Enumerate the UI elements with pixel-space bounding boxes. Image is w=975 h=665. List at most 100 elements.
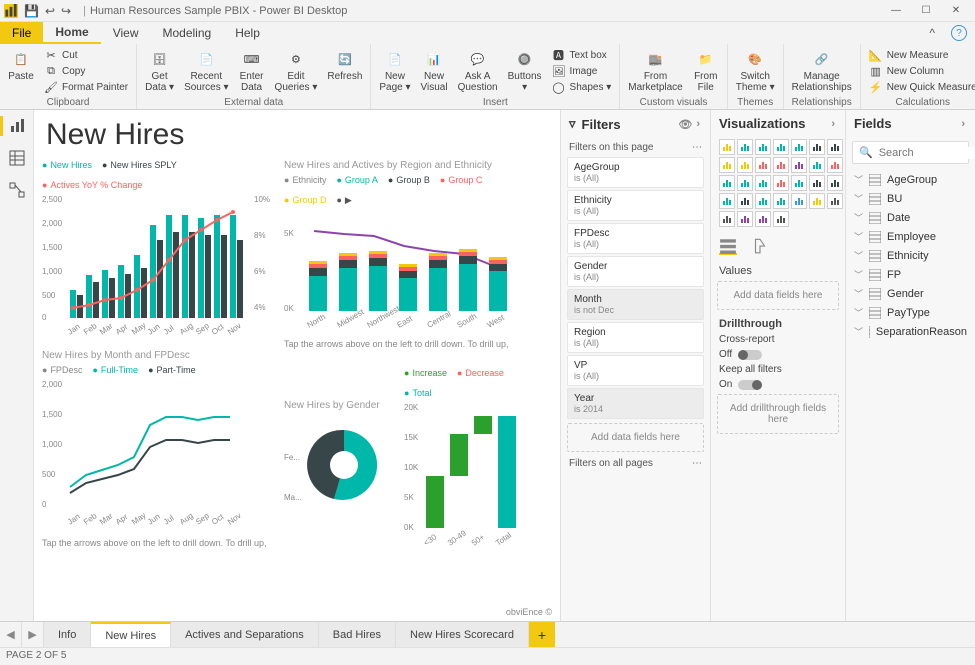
cut-button[interactable]: ✂Cut xyxy=(42,48,130,62)
undo-icon[interactable]: ↩ xyxy=(45,4,55,18)
help-icon[interactable]: ? xyxy=(951,25,967,41)
viz-type-icon[interactable] xyxy=(737,139,753,155)
help-tab[interactable]: Help xyxy=(223,22,272,44)
field-table-row[interactable]: ﹀FP xyxy=(846,265,975,284)
from-marketplace-button[interactable]: 🏬From Marketplace xyxy=(626,48,684,93)
viz-type-icon[interactable] xyxy=(737,211,753,227)
maximize-icon[interactable]: ☐ xyxy=(911,5,941,16)
page-tab[interactable]: Actives and Separations xyxy=(171,622,319,647)
filter-card[interactable]: VPis (All) xyxy=(567,355,704,386)
report-canvas[interactable]: New Hires New Hires New Hires SPLY Activ… xyxy=(34,110,560,621)
field-table-row[interactable]: ﹀Employee xyxy=(846,227,975,246)
paste-button[interactable]: 📋Paste xyxy=(6,48,36,82)
cross-report-toggle[interactable] xyxy=(738,350,762,360)
manage-relationships-button[interactable]: 🔗Manage Relationships xyxy=(790,48,854,93)
chart-gender-pie[interactable]: New Hires by Gender Fe... Ma... xyxy=(284,400,404,518)
filter-card[interactable]: Regionis (All) xyxy=(567,322,704,353)
viz-type-icon[interactable] xyxy=(737,175,753,191)
new-visual-button[interactable]: 📊New Visual xyxy=(419,48,450,93)
viz-type-icon[interactable] xyxy=(755,175,771,191)
filter-card[interactable]: Ethnicityis (All) xyxy=(567,190,704,221)
filter-card[interactable]: FPDescis (All) xyxy=(567,223,704,254)
filter-card[interactable]: Monthis not Dec xyxy=(567,289,704,320)
save-icon[interactable]: 💾 xyxy=(24,4,39,18)
viz-type-icon[interactable] xyxy=(773,193,789,209)
viz-type-icon[interactable] xyxy=(773,211,789,227)
field-table-row[interactable]: ﹀Date xyxy=(846,208,975,227)
filter-card[interactable]: Genderis (All) xyxy=(567,256,704,287)
collapse-ribbon-icon[interactable]: ^ xyxy=(921,22,943,44)
model-view-icon[interactable] xyxy=(7,180,27,200)
viz-type-icon[interactable] xyxy=(755,193,771,209)
viz-type-icon[interactable] xyxy=(809,193,825,209)
viz-type-icon[interactable] xyxy=(791,157,807,173)
edit-queries-button[interactable]: ⚙Edit Queries ▾ xyxy=(273,48,320,93)
modeling-tab[interactable]: Modeling xyxy=(150,22,223,44)
more-icon[interactable]: ⋯ xyxy=(692,142,702,153)
new-page-button[interactable]: 📄New Page ▾ xyxy=(377,48,412,93)
fields-search[interactable]: 🔍 xyxy=(852,141,969,164)
new-measure-button[interactable]: 📐New Measure xyxy=(867,48,975,62)
get-data-button[interactable]: 🗄Get Data ▾ xyxy=(143,48,176,93)
format-painter-button[interactable]: 🖌Format Painter xyxy=(42,80,130,94)
field-table-row[interactable]: ﹀Gender xyxy=(846,284,975,303)
viz-type-icon[interactable] xyxy=(719,157,735,173)
viz-type-icon[interactable] xyxy=(719,193,735,209)
add-page-button[interactable]: + xyxy=(529,622,555,647)
field-table-row[interactable]: ﹀BU xyxy=(846,189,975,208)
tab-nav-next[interactable]: ▶ xyxy=(22,622,44,647)
field-table-row[interactable]: ﹀AgeGroup xyxy=(846,170,975,189)
minimize-icon[interactable]: — xyxy=(881,5,911,16)
report-view-icon[interactable] xyxy=(0,116,33,136)
viz-type-icon[interactable] xyxy=(755,211,771,227)
format-well-icon[interactable] xyxy=(751,237,769,255)
viz-type-icon[interactable] xyxy=(755,157,771,173)
viz-type-icon[interactable] xyxy=(791,139,807,155)
copy-button[interactable]: ⧉Copy xyxy=(42,64,130,78)
chart-month-fpdesc[interactable]: New Hires by Month and FPDesc FPDesc Ful… xyxy=(42,350,272,548)
viz-type-icon[interactable] xyxy=(827,175,843,191)
filter-drop-zone[interactable]: Add data fields here xyxy=(567,423,704,452)
new-quick-measure-button[interactable]: ⚡New Quick Measure xyxy=(867,80,975,94)
refresh-button[interactable]: 🔄Refresh xyxy=(325,48,364,82)
ask-question-button[interactable]: 💬Ask A Question xyxy=(456,48,500,93)
field-table-row[interactable]: ﹀SeparationReason xyxy=(846,322,975,341)
viz-type-icon[interactable] xyxy=(827,193,843,209)
viz-type-icon[interactable] xyxy=(755,139,771,155)
tab-nav-prev[interactable]: ◀ xyxy=(0,622,22,647)
eye-icon[interactable]: 👁 xyxy=(676,118,694,131)
view-tab[interactable]: View xyxy=(101,22,151,44)
viz-type-icon[interactable] xyxy=(719,139,735,155)
viz-type-icon[interactable] xyxy=(809,175,825,191)
page-tab[interactable]: Bad Hires xyxy=(319,622,396,647)
chart-waterfall[interactable]: Increase Decrease Total 20K15K10K5K0K <3… xyxy=(404,368,534,561)
enter-data-button[interactable]: ⌨Enter Data xyxy=(237,48,267,93)
close-icon[interactable]: ✕ xyxy=(941,5,971,16)
viz-type-icon[interactable] xyxy=(827,139,843,155)
values-drop-zone[interactable]: Add data fields here xyxy=(717,281,839,310)
keep-filters-toggle[interactable] xyxy=(738,380,762,390)
textbox-button[interactable]: 🅰Text box xyxy=(550,48,614,62)
page-tab[interactable]: New Hires xyxy=(91,622,171,647)
recent-sources-button[interactable]: 📄Recent Sources ▾ xyxy=(182,48,230,93)
data-view-icon[interactable] xyxy=(7,148,27,168)
page-tab[interactable]: New Hires Scorecard xyxy=(396,622,529,647)
viz-type-icon[interactable] xyxy=(719,175,735,191)
collapse-viz-icon[interactable]: › xyxy=(829,118,837,130)
viz-type-icon[interactable] xyxy=(773,175,789,191)
viz-type-icon[interactable] xyxy=(791,175,807,191)
redo-icon[interactable]: ↪ xyxy=(61,4,71,18)
viz-type-icon[interactable] xyxy=(737,193,753,209)
switch-theme-button[interactable]: 🎨Switch Theme ▾ xyxy=(734,48,777,93)
viz-type-icon[interactable] xyxy=(809,157,825,173)
field-table-row[interactable]: ﹀Ethnicity xyxy=(846,246,975,265)
field-table-row[interactable]: ﹀PayType xyxy=(846,303,975,322)
filter-card[interactable]: AgeGroupis (All) xyxy=(567,157,704,188)
drillthrough-drop-zone[interactable]: Add drillthrough fields here xyxy=(717,394,839,434)
buttons-button[interactable]: 🔘Buttons ▾ xyxy=(506,48,544,93)
viz-type-icon[interactable] xyxy=(737,157,753,173)
shapes-button[interactable]: ◯Shapes ▾ xyxy=(550,80,614,94)
chart-new-hires[interactable]: New Hires New Hires SPLY Actives YoY % C… xyxy=(42,160,272,343)
viz-type-icon[interactable] xyxy=(791,193,807,209)
viz-type-icon[interactable] xyxy=(827,157,843,173)
